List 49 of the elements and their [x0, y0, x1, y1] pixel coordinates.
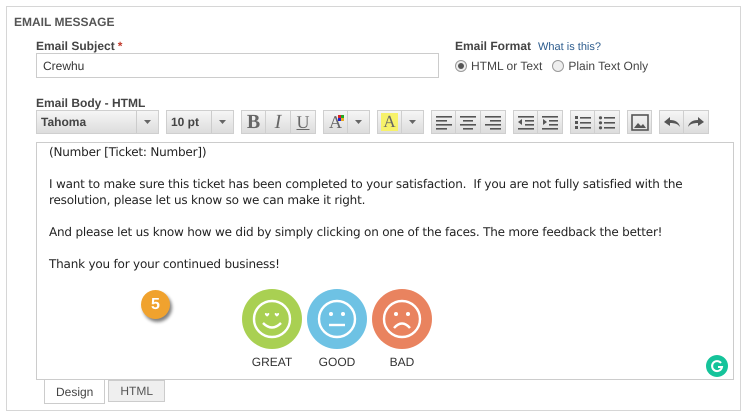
bold-button[interactable]: B — [241, 110, 266, 134]
section-title: EMAIL MESSAGE — [14, 14, 114, 31]
radio-label: HTML or Text — [471, 58, 542, 75]
outdent-button[interactable] — [513, 110, 538, 134]
undo-button[interactable] — [659, 110, 684, 134]
subject-field[interactable]: Crewhu — [36, 53, 439, 78]
align-center-button[interactable] — [456, 110, 481, 134]
font-dropdown[interactable]: Tahoma — [36, 110, 159, 134]
highlight-button[interactable]: A — [377, 110, 402, 134]
field-label: Email Format — [455, 38, 532, 55]
font-color-button[interactable]: A — [323, 110, 348, 134]
editor-tab[interactable]: Design — [44, 380, 106, 404]
editor-tab[interactable]: HTML — [108, 380, 166, 402]
editor-area[interactable] — [36, 142, 734, 380]
italic-button[interactable]: I — [266, 110, 291, 134]
face-label: GOOD — [318, 354, 356, 371]
field-label: Email Subject — [36, 38, 115, 53]
body-paragraph: And please let us know how we did by simply clicking on one of the faces. The more feedback the better! — [49, 224, 664, 240]
step-badge: 5 — [141, 290, 170, 319]
size-dropdown[interactable]: 10 pt — [166, 110, 234, 134]
dropdown-button[interactable] — [348, 110, 370, 134]
radio-button[interactable] — [552, 60, 564, 72]
body-paragraph: (Number [Ticket: Number]) — [49, 144, 208, 160]
body-paragraph: Thank you for your continued business! — [49, 256, 281, 272]
body-paragraph: I want to make sure this ticket has been completed to your satisfaction. If you are not fully satisfied with the resolution, please let us know so we can make it right. — [49, 176, 684, 208]
caret-icon — [144, 120, 151, 124]
numbered-list-button[interactable] — [570, 110, 595, 134]
required-marker: * — [118, 38, 122, 53]
radio-label: Plain Text Only — [568, 58, 648, 75]
image-button[interactable] — [627, 110, 652, 134]
align-right-button[interactable] — [481, 110, 506, 134]
redo-button[interactable] — [684, 110, 709, 134]
bad-face-icon[interactable] — [371, 288, 433, 350]
caret-icon — [355, 120, 362, 124]
align-left-button[interactable] — [431, 110, 456, 134]
radio-button[interactable] — [455, 60, 467, 72]
face-label: GREAT — [252, 354, 292, 371]
help-link[interactable]: What is this? — [538, 39, 601, 56]
grammar-checker-icon — [706, 355, 728, 377]
bullet-list-button[interactable] — [595, 110, 620, 134]
color-swatch-icon — [338, 115, 344, 121]
caret-icon — [409, 120, 416, 124]
caret-icon — [219, 120, 226, 124]
underline-button[interactable]: U — [291, 110, 316, 134]
indent-button[interactable] — [538, 110, 563, 134]
face-label: BAD — [390, 354, 414, 371]
image-icon — [630, 112, 650, 132]
dropdown-button[interactable] — [402, 110, 424, 134]
field-label: Email Body - HTML — [36, 95, 146, 112]
